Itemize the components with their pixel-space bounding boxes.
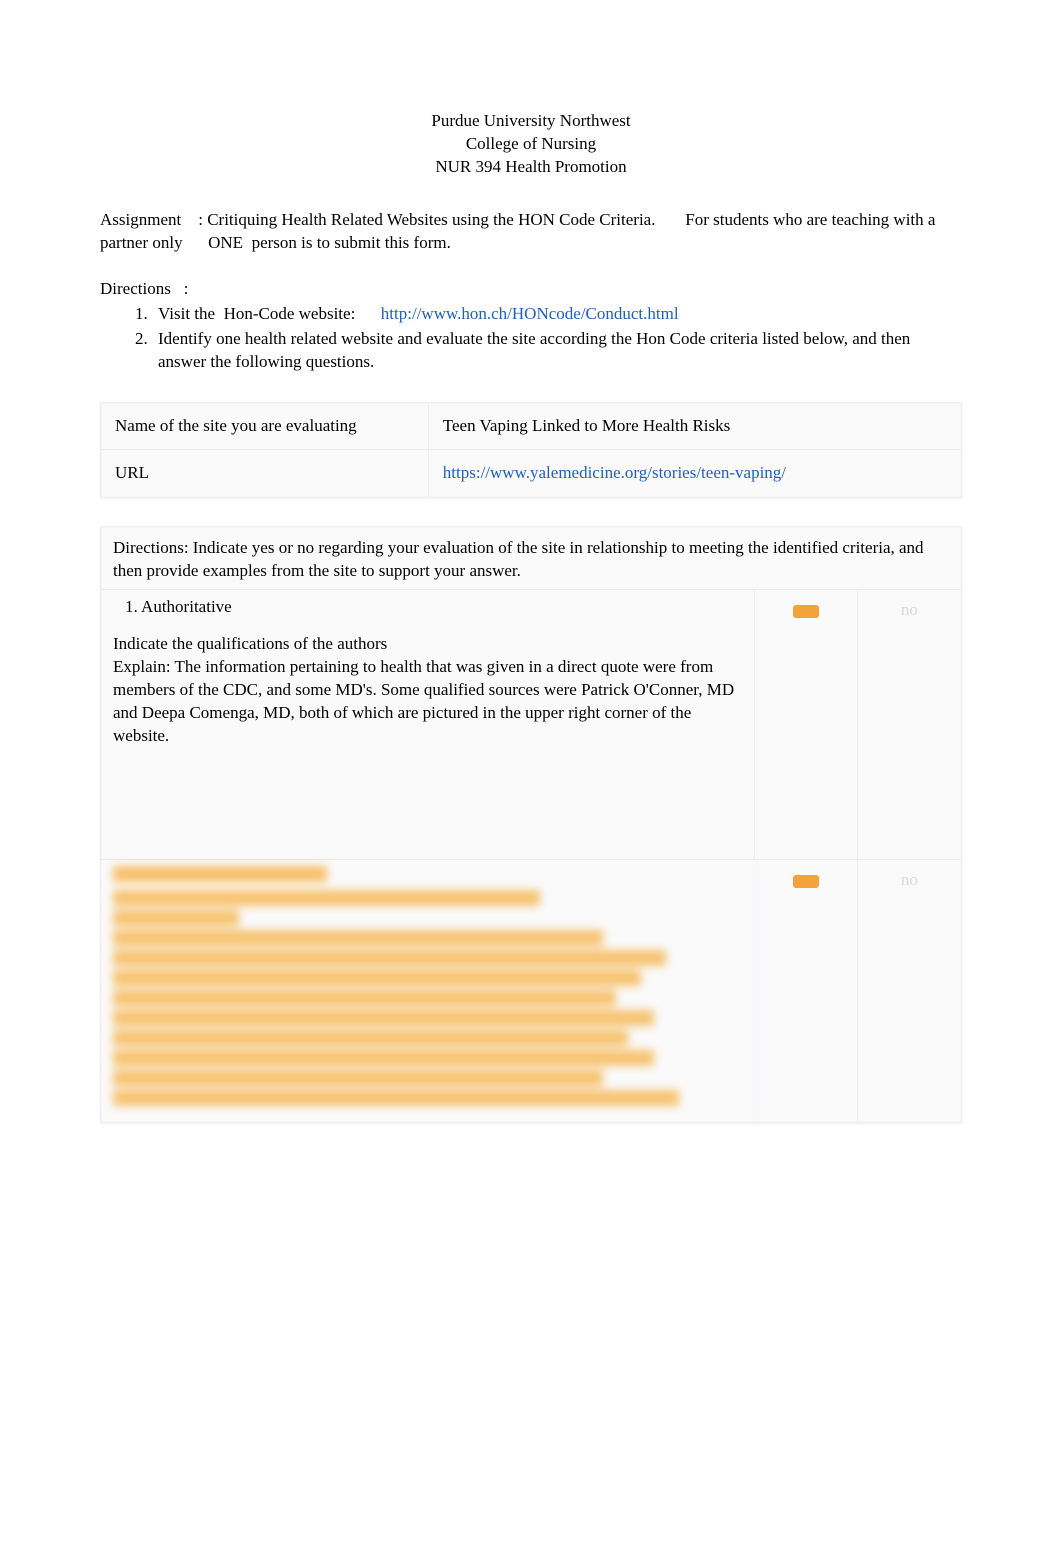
criteria-no-cell: no: [858, 860, 961, 1122]
criteria-table: Directions: Indicate yes or no regarding…: [100, 526, 962, 1123]
site-url-value-cell: https://www.yalemedicine.org/stories/tee…: [428, 450, 961, 497]
assignment-tail2: ONE: [208, 233, 243, 252]
assignment-paragraph: Assignment : Critiquing Health Related W…: [100, 209, 962, 255]
table-row: URL https://www.yalemedicine.org/stories…: [101, 450, 961, 497]
header-course: NUR 394 Health Promotion: [100, 156, 962, 179]
criteria-directions: Directions: Indicate yes or no regarding…: [101, 527, 961, 590]
assignment-text: : Critiquing Health Related Websites usi…: [198, 210, 655, 229]
site-name-label: Name of the site you are evaluating: [101, 403, 428, 450]
site-name-value: Teen Vaping Linked to More Health Risks: [428, 403, 961, 450]
criteria-no-cell: no: [858, 590, 961, 859]
redacted-line: [113, 1010, 654, 1026]
redacted-line: [113, 970, 641, 986]
site-url-link[interactable]: https://www.yalemedicine.org/stories/tee…: [443, 463, 786, 482]
header-university: Purdue University Northwest: [100, 110, 962, 133]
directions-item-1: Visit the Hon-Code website: http://www.h…: [152, 303, 962, 326]
document-header: Purdue University Northwest College of N…: [100, 110, 962, 179]
site-url-label: URL: [101, 450, 428, 497]
criteria-main-cell: 1. Authoritative Indicate the qualificat…: [101, 590, 755, 859]
criteria-explain: Explain: The information pertaining to h…: [113, 656, 742, 748]
directions-item-1-pre: Visit the: [158, 304, 215, 323]
site-info-table: Name of the site you are evaluating Teen…: [100, 402, 962, 499]
highlight-chip-icon: [793, 875, 819, 888]
highlight-chip-icon: [793, 605, 819, 618]
criteria-no-text: no: [901, 600, 918, 619]
table-row: Name of the site you are evaluating Teen…: [101, 403, 961, 451]
directions-label: Directions: [100, 279, 171, 298]
criteria-subline: Indicate the qualifications of the autho…: [113, 633, 742, 656]
redacted-line: [113, 910, 239, 926]
redacted-heading: [113, 866, 327, 882]
redacted-line: [113, 990, 616, 1006]
assignment-tail3: person is to submit this form.: [252, 233, 451, 252]
criteria-yes-cell: [755, 860, 858, 1122]
directions-list: Visit the Hon-Code website: http://www.h…: [100, 303, 962, 374]
directions-label-row: Directions :: [100, 279, 962, 299]
directions-colon: :: [184, 279, 189, 298]
criteria-no-text: no: [901, 870, 918, 889]
redacted-line: [113, 1050, 654, 1066]
honcode-link[interactable]: http://www.hon.ch/HONcode/Conduct.html: [381, 304, 679, 323]
directions-item-2: Identify one health related website and …: [152, 328, 962, 374]
document-page: Purdue University Northwest College of N…: [0, 0, 1062, 1183]
directions-item-1-mid: Hon-Code website:: [224, 304, 356, 323]
redacted-line: [113, 1070, 603, 1086]
criteria-row-authoritative: 1. Authoritative Indicate the qualificat…: [101, 590, 961, 860]
redacted-line: [113, 1030, 628, 1046]
criteria-row-complementarity: no: [101, 860, 961, 1122]
redacted-line: [113, 890, 540, 906]
redacted-line: [113, 930, 603, 946]
redacted-line: [113, 1090, 679, 1106]
assignment-label: Assignment: [100, 210, 181, 229]
criteria-yes-cell: [755, 590, 858, 859]
header-college: College of Nursing: [100, 133, 962, 156]
criteria-heading: 1. Authoritative: [125, 596, 742, 619]
criteria-main-cell-redacted: [101, 860, 755, 1122]
redacted-line: [113, 950, 666, 966]
